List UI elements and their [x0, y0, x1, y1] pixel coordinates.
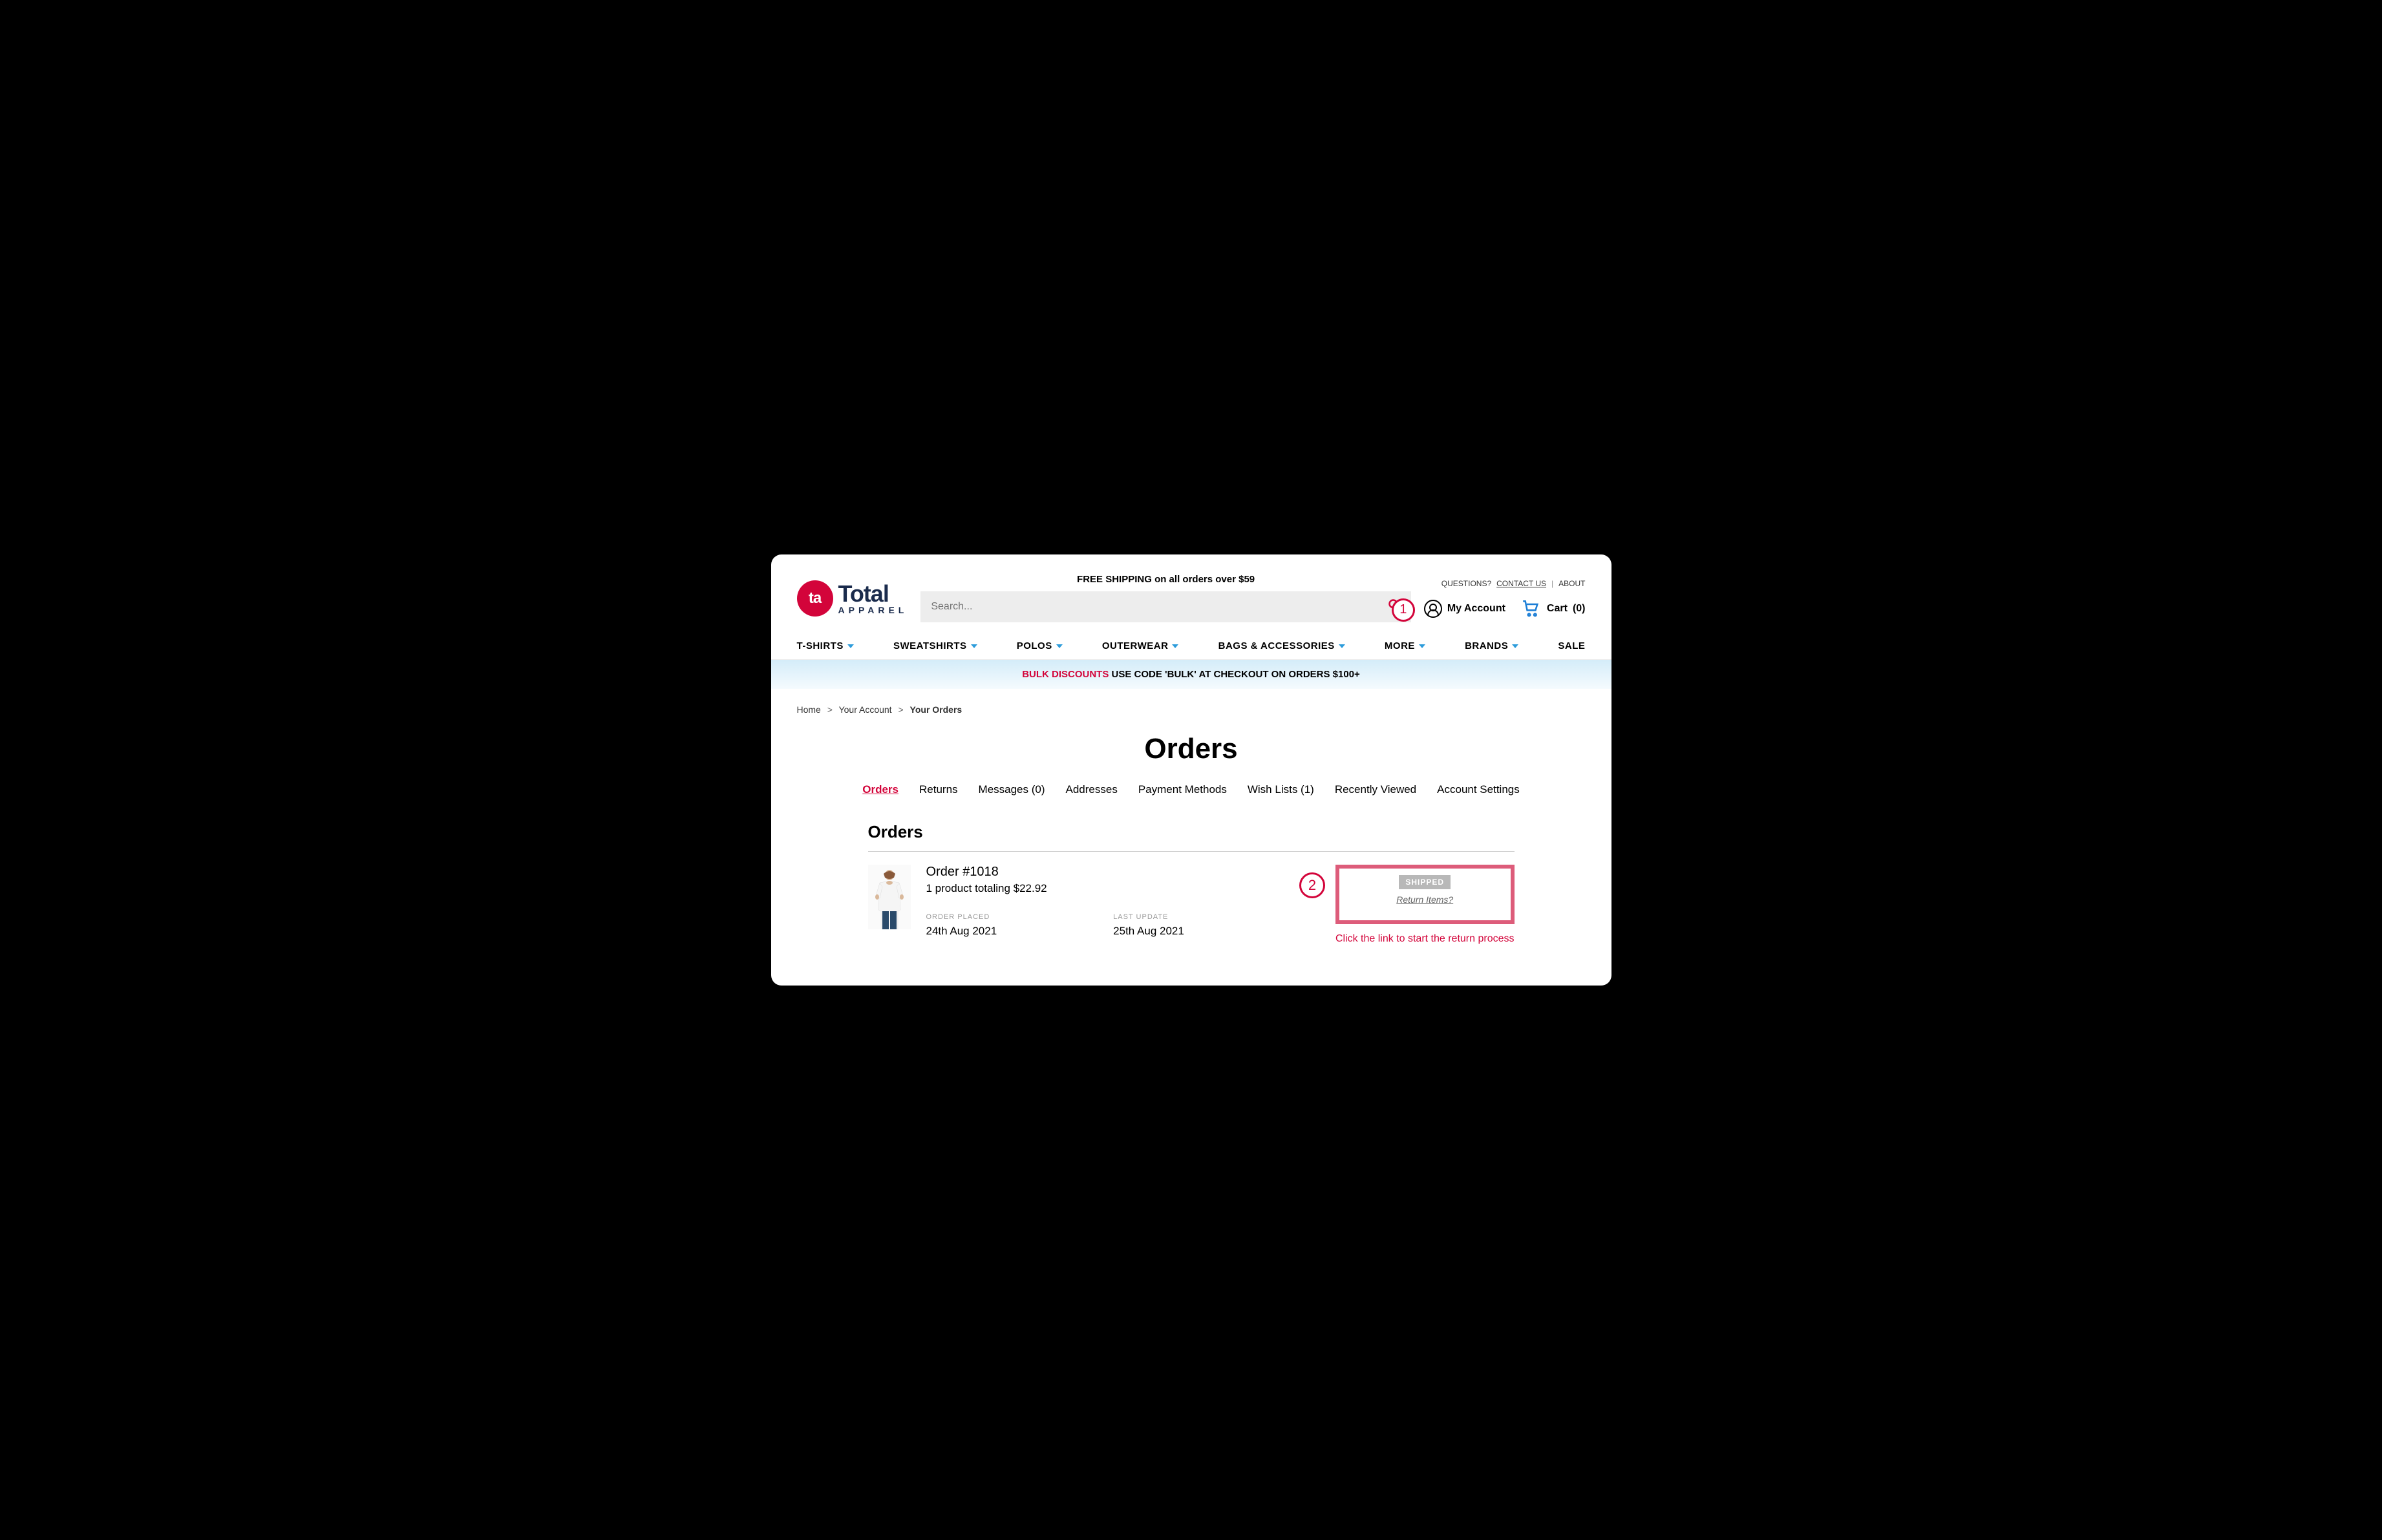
nav-label: T-SHIRTS — [797, 640, 844, 651]
nav-sale[interactable]: SALE — [1558, 640, 1585, 651]
status-badge: SHIPPED — [1399, 875, 1451, 889]
logo-subbrand: APPAREL — [838, 606, 908, 615]
crumb-account[interactable]: Your Account — [839, 704, 892, 715]
nav-tshirts[interactable]: T-SHIRTS — [797, 640, 854, 651]
cart-label: Cart — [1547, 603, 1568, 615]
chevron-down-icon — [1339, 644, 1345, 648]
logo-text: Total APPAREL — [838, 582, 908, 615]
promo-bulk: BULK DISCOUNTS — [1022, 669, 1109, 680]
nav-label: BAGS & ACCESSORIES — [1218, 640, 1335, 651]
my-account-label: My Account — [1447, 603, 1505, 615]
search-wrapper — [920, 591, 1410, 622]
nav-label: SALE — [1558, 640, 1585, 651]
about-link[interactable]: ABOUT — [1558, 579, 1585, 588]
update-value: 25th Aug 2021 — [1113, 925, 1184, 938]
placed-value: 24th Aug 2021 — [926, 925, 997, 938]
header-center: FREE SHIPPING on all orders over $59 — [920, 574, 1410, 622]
logo-badge: ta — [797, 580, 833, 617]
chevron-down-icon — [1172, 644, 1178, 648]
divider — [868, 851, 1515, 852]
nav-polos[interactable]: POLOS — [1017, 640, 1063, 651]
chevron-down-icon — [1512, 644, 1518, 648]
tab-orders[interactable]: Orders — [862, 783, 899, 796]
action-highlight-box: SHIPPED Return Items? — [1335, 865, 1515, 924]
annotation-caption: Click the link to start the return proce… — [1335, 932, 1515, 946]
main-nav: T-SHIRTS SWEATSHIRTS POLOS OUTERWEAR BAG… — [771, 630, 1611, 660]
app-window: ta Total APPAREL FREE SHIPPING on all or… — [771, 554, 1611, 985]
promo-banner: BULK DISCOUNTS USE CODE 'BULK' AT CHECKO… — [771, 660, 1611, 689]
account-tabs: Orders Returns Messages (0) Addresses Pa… — [771, 783, 1611, 796]
tab-recently[interactable]: Recently Viewed — [1335, 783, 1416, 796]
chevron-down-icon — [847, 644, 854, 648]
order-meta: ORDER PLACED 24th Aug 2021 LAST UPDATE 2… — [926, 913, 1320, 938]
tab-settings[interactable]: Account Settings — [1437, 783, 1520, 796]
crumb-current: Your Orders — [910, 704, 962, 715]
update-label: LAST UPDATE — [1113, 913, 1184, 921]
placed-label: ORDER PLACED — [926, 913, 997, 921]
breadcrumb: Home > Your Account > Your Orders — [771, 689, 1611, 723]
nav-bags[interactable]: BAGS & ACCESSORIES — [1218, 640, 1345, 651]
nav-brands[interactable]: BRANDS — [1465, 640, 1518, 651]
return-items-link[interactable]: Return Items? — [1396, 894, 1453, 905]
header-right: QUESTIONS? CONTACT US | ABOUT 1 My Accou… — [1424, 579, 1586, 618]
nav-label: POLOS — [1017, 640, 1052, 651]
page-title: Orders — [771, 733, 1611, 765]
annotation-1: 1 — [1392, 598, 1415, 622]
promo-text: USE CODE 'BULK' AT CHECKOUT ON ORDERS $1… — [1109, 669, 1359, 680]
tab-wishlists[interactable]: Wish Lists (1) — [1248, 783, 1314, 796]
orders-section: Orders Order #1018 — [771, 822, 1611, 946]
tab-messages[interactable]: Messages (0) — [979, 783, 1045, 796]
order-number[interactable]: Order #1018 — [926, 865, 1320, 880]
crumb-sep: > — [827, 704, 833, 715]
nav-label: BRANDS — [1465, 640, 1508, 651]
divider: | — [1551, 579, 1553, 588]
my-account-link[interactable]: My Account — [1424, 600, 1505, 618]
search-input[interactable] — [931, 601, 1387, 613]
crumb-sep: > — [898, 704, 903, 715]
tab-returns[interactable]: Returns — [919, 783, 958, 796]
account-row: 1 My Account Cart (0) — [1424, 600, 1586, 618]
nav-label: SWEATSHIRTS — [893, 640, 967, 651]
meta-update: LAST UPDATE 25th Aug 2021 — [1113, 913, 1184, 938]
free-shipping-banner: FREE SHIPPING on all orders over $59 — [1077, 574, 1255, 585]
logo[interactable]: ta Total APPAREL — [797, 580, 908, 617]
cart-count: (0) — [1573, 603, 1586, 615]
cart-link[interactable]: Cart (0) — [1521, 600, 1586, 618]
crumb-home[interactable]: Home — [797, 704, 821, 715]
chevron-down-icon — [971, 644, 977, 648]
tab-addresses[interactable]: Addresses — [1066, 783, 1118, 796]
meta-placed: ORDER PLACED 24th Aug 2021 — [926, 913, 997, 938]
header: ta Total APPAREL FREE SHIPPING on all or… — [771, 574, 1611, 622]
orders-heading: Orders — [868, 822, 1515, 842]
nav-outerwear[interactable]: OUTERWEAR — [1102, 640, 1179, 651]
order-info: Order #1018 1 product totaling $22.92 OR… — [926, 865, 1320, 946]
order-row: Order #1018 1 product totaling $22.92 OR… — [868, 865, 1515, 946]
contact-link[interactable]: CONTACT US — [1496, 579, 1546, 588]
chevron-down-icon — [1056, 644, 1063, 648]
top-links: QUESTIONS? CONTACT US | ABOUT — [1441, 579, 1586, 588]
order-actions: 2 SHIPPED Return Items? Click the link t… — [1335, 865, 1515, 946]
person-icon — [1424, 600, 1442, 618]
nav-sweatshirts[interactable]: SWEATSHIRTS — [893, 640, 977, 651]
nav-more[interactable]: MORE — [1385, 640, 1425, 651]
chevron-down-icon — [1419, 644, 1425, 648]
product-thumbnail[interactable] — [868, 865, 911, 929]
questions-label: QUESTIONS? — [1441, 579, 1491, 588]
nav-label: OUTERWEAR — [1102, 640, 1169, 651]
tab-payment[interactable]: Payment Methods — [1138, 783, 1227, 796]
nav-label: MORE — [1385, 640, 1415, 651]
annotation-2: 2 — [1299, 872, 1325, 898]
cart-icon — [1521, 600, 1542, 618]
logo-brand: Total — [838, 582, 908, 606]
order-summary: 1 product totaling $22.92 — [926, 882, 1320, 895]
